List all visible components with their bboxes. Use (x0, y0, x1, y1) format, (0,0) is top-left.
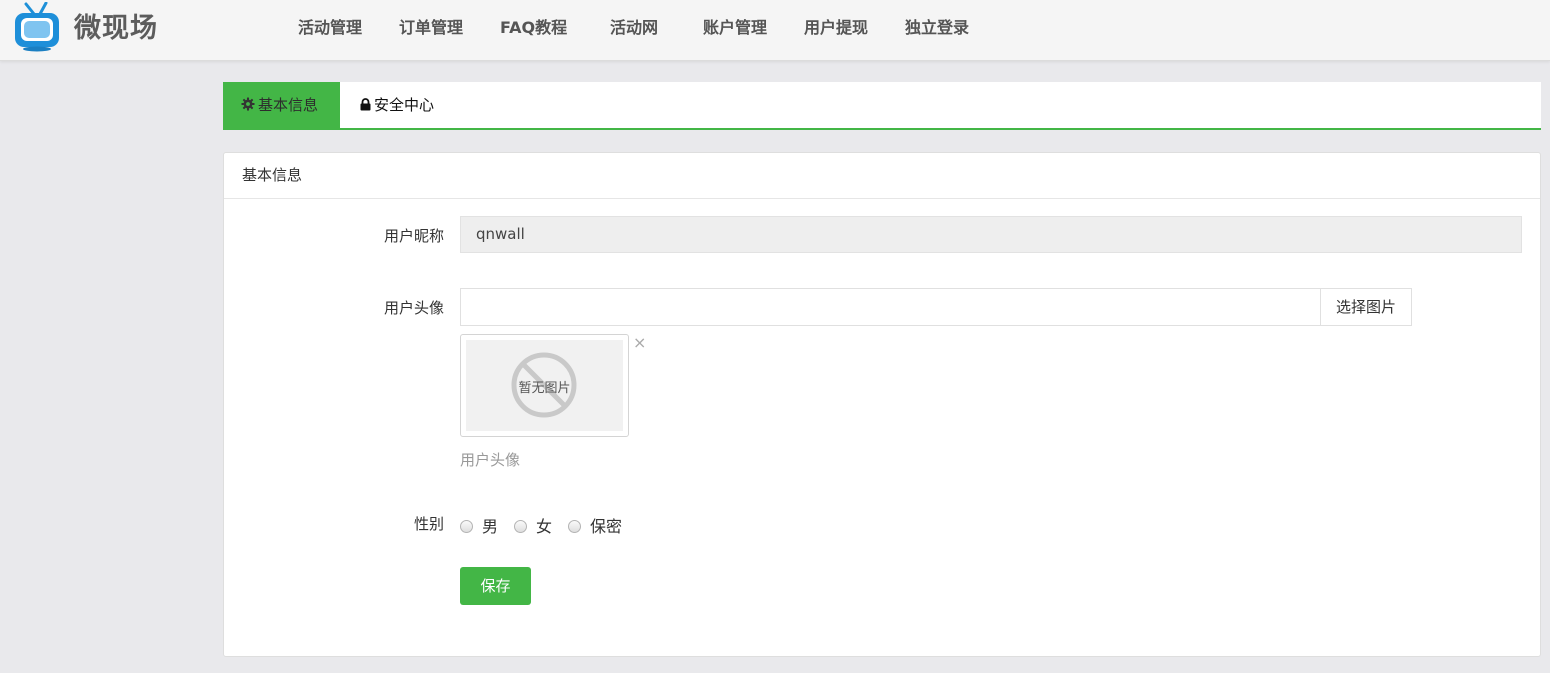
choose-image-button[interactable]: 选择图片 (1320, 288, 1412, 326)
radio-button[interactable] (460, 520, 473, 533)
gender-option-label: 保密 (590, 517, 623, 536)
no-image-text: 暂无图片 (518, 381, 571, 396)
tv-logo-icon (15, 2, 59, 52)
gender-option-male[interactable]: 男 (460, 513, 498, 537)
nav-order-management[interactable]: 订单管理 (399, 14, 463, 38)
avatar-path-input[interactable] (460, 288, 1321, 326)
save-button[interactable]: 保存 (460, 567, 531, 605)
basic-info-panel: 基本信息 用户昵称 qnwall 用户头像 选择图片 暂无图片 × 用户头像 性… (223, 152, 1541, 657)
remove-avatar-icon[interactable]: × (633, 333, 646, 352)
gender-option-female[interactable]: 女 (514, 513, 552, 537)
gender-label: 性别 (413, 515, 444, 533)
nickname-label: 用户昵称 (383, 227, 444, 245)
no-image-placeholder: 暂无图片 (466, 340, 623, 431)
radio-button[interactable] (514, 520, 527, 533)
avatar-label: 用户头像 (383, 299, 444, 317)
settings-tabs: 基本信息 安全中心 (223, 82, 1541, 130)
lock-icon (360, 98, 371, 111)
avatar-help-text: 用户头像 (460, 451, 521, 469)
gear-icon (241, 97, 255, 111)
top-navbar: 微现场 活动管理 订单管理 FAQ教程 活动网 账户管理 用户提现 独立登录 (0, 0, 1550, 61)
radio-button[interactable] (568, 520, 581, 533)
tab-basic-info-label: 基本信息 (258, 96, 319, 114)
gender-option-label: 女 (536, 517, 553, 536)
panel-title: 基本信息 (224, 153, 1540, 199)
tab-security-center[interactable]: 安全中心 (342, 82, 434, 128)
gender-option-label: 男 (482, 517, 499, 536)
brand-name: 微现场 (74, 13, 158, 44)
avatar-preview: 暂无图片 (460, 334, 629, 437)
nickname-field: qnwall (460, 216, 1522, 253)
nav-independent-login[interactable]: 独立登录 (905, 14, 969, 38)
nav-activity-management[interactable]: 活动管理 (298, 14, 362, 38)
nav-activity-site[interactable]: 活动网 (610, 14, 658, 38)
nav-user-withdrawal[interactable]: 用户提现 (804, 14, 868, 38)
tab-security-center-label: 安全中心 (374, 96, 435, 114)
nav-faq-tutorial[interactable]: FAQ教程 (500, 14, 567, 38)
tab-basic-info[interactable]: 基本信息 (223, 82, 340, 128)
nav-account-management[interactable]: 账户管理 (703, 14, 767, 38)
gender-option-secret[interactable]: 保密 (568, 513, 622, 537)
